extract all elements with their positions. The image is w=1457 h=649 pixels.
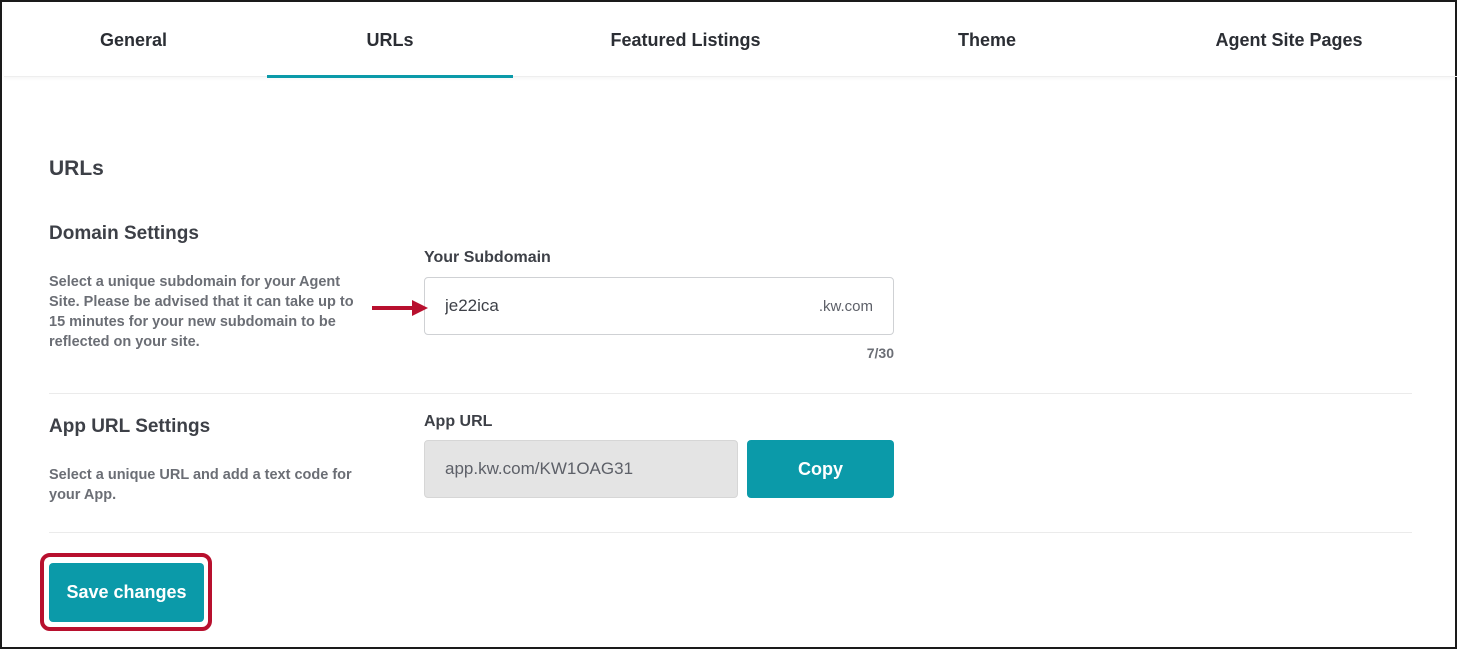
section-divider (49, 393, 1412, 394)
app-url-settings-description: Select a unique URL and add a text code … (49, 467, 352, 503)
tab-urls[interactable]: URLs (267, 4, 513, 78)
subdomain-input[interactable] (445, 296, 819, 316)
app-url-value: app.kw.com/KW1OAG31 (445, 459, 634, 478)
subdomain-suffix: .kw.com (818, 297, 873, 315)
subdomain-label: Your Subdomain (424, 249, 551, 266)
tab-featured-listings[interactable]: Featured Listings (544, 4, 827, 77)
app-url-settings-title: App URL Settings (49, 416, 211, 437)
app-url-field: app.kw.com/KW1OAG31 (424, 440, 738, 498)
tab-general[interactable]: General (17, 4, 250, 77)
copy-button[interactable]: Copy (747, 440, 894, 498)
tab-bar: General URLs Featured Listings Theme Age… (4, 4, 1457, 78)
annotation-arrow-icon (372, 300, 428, 316)
save-changes-button[interactable]: Save changes (49, 563, 204, 622)
app-url-label: App URL (424, 413, 493, 430)
domain-settings-title: Domain Settings (49, 223, 199, 244)
character-counter: 7/30 (866, 345, 894, 361)
subdomain-field[interactable]: .kw.com (424, 277, 894, 335)
tab-theme[interactable]: Theme (864, 4, 1110, 77)
section-divider (49, 532, 1412, 533)
tab-agent-site-pages[interactable]: Agent Site Pages (1144, 4, 1434, 77)
page-title: URLs (49, 157, 104, 180)
domain-settings-description: Select a unique subdomain for your Agent… (49, 274, 354, 350)
settings-panel: General URLs Featured Listings Theme Age… (0, 0, 1457, 649)
